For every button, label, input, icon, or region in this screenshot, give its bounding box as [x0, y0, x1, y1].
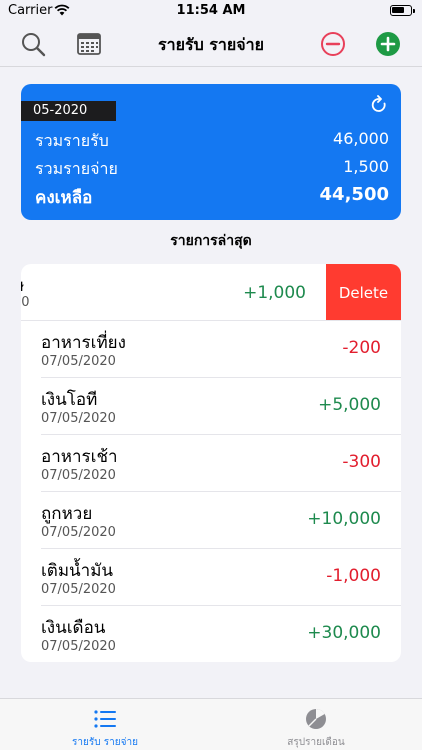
section-title: รายการล่าสุด [170, 233, 252, 249]
page-title: รายรับ รายจ่าย [158, 35, 264, 54]
balance-value: 44,500 [319, 184, 389, 205]
status-time: 11:54 AM [176, 3, 246, 18]
tx-date: 07/05/2020 [41, 582, 116, 597]
tx-amount: +10,000 [307, 509, 381, 529]
tx-date: 07/05/2020 [41, 354, 116, 369]
pie-chart-icon [306, 708, 326, 729]
tx-date: 07/05/2020 [41, 525, 116, 540]
battery-icon [390, 5, 415, 16]
tab-label: สรุปรายเดือน [287, 737, 345, 748]
table-row[interactable]: ษ 20 +1,000 Delete [21, 264, 401, 321]
tx-title: ถูกหวย [41, 504, 93, 524]
tx-title: เงินโอที [41, 390, 98, 410]
transaction-list: ษ 20 +1,000 Delete อาหารเที่ยง 07/05/202… [21, 264, 401, 662]
tab-label: รายรับ รายจ่าย [72, 737, 138, 748]
tab-income-expense[interactable]: รายรับ รายจ่าย [25, 699, 185, 750]
tab-bar: รายรับ รายจ่าย สรุปรายเดือน [0, 698, 422, 750]
table-row[interactable]: เติมน้ำมัน 07/05/2020 -1,000 [21, 549, 401, 606]
nav-bar: รายรับ รายจ่าย [0, 22, 422, 66]
status-bar: Carrier 11:54 AM [0, 0, 422, 22]
list-icon [94, 710, 116, 728]
tab-monthly-summary[interactable]: สรุปรายเดือน [236, 699, 396, 750]
tx-title: อาหารเที่ยง [41, 333, 126, 353]
tx-date: 20 [21, 295, 30, 310]
minus-circle-icon[interactable] [320, 31, 346, 57]
tx-amount: -200 [342, 338, 381, 358]
delete-button[interactable]: Delete [326, 264, 401, 321]
table-row[interactable]: เงินเดือน 07/05/2020 +30,000 [21, 606, 401, 662]
tx-amount: +5,000 [318, 395, 381, 415]
tx-amount: +30,000 [307, 623, 381, 643]
expense-value: 1,500 [343, 157, 389, 176]
table-row[interactable]: อาหารเช้า 07/05/2020 -300 [21, 435, 401, 492]
expense-label: รวมรายจ่าย [35, 159, 118, 178]
tx-title: เงินเดือน [41, 618, 106, 638]
table-row[interactable]: เงินโอที 07/05/2020 +5,000 [21, 378, 401, 435]
tx-title: เติมน้ำมัน [41, 561, 114, 581]
tx-date: 07/05/2020 [41, 411, 116, 426]
tx-amount: -300 [342, 452, 381, 472]
refresh-icon[interactable] [369, 95, 389, 115]
table-row[interactable]: ถูกหวย 07/05/2020 +10,000 [21, 492, 401, 549]
plus-circle-icon[interactable] [375, 31, 401, 57]
tx-title: อาหารเช้า [41, 447, 118, 467]
tx-amount: -1,000 [326, 566, 381, 586]
tx-amount: +1,000 [243, 283, 306, 303]
balance-label: คงเหลือ [35, 188, 93, 208]
nav-divider [0, 66, 422, 67]
income-value: 46,000 [333, 129, 389, 148]
tx-date: 07/05/2020 [41, 468, 116, 483]
income-label: รวมรายรับ [35, 131, 109, 150]
tx-date: 07/05/2020 [41, 639, 116, 654]
month-badge[interactable]: 05-2020 [21, 101, 116, 121]
table-row[interactable]: อาหารเที่ยง 07/05/2020 -200 [21, 321, 401, 378]
summary-card: 05-2020 รวมรายรับ 46,000 รวมรายจ่าย 1,50… [21, 84, 401, 220]
